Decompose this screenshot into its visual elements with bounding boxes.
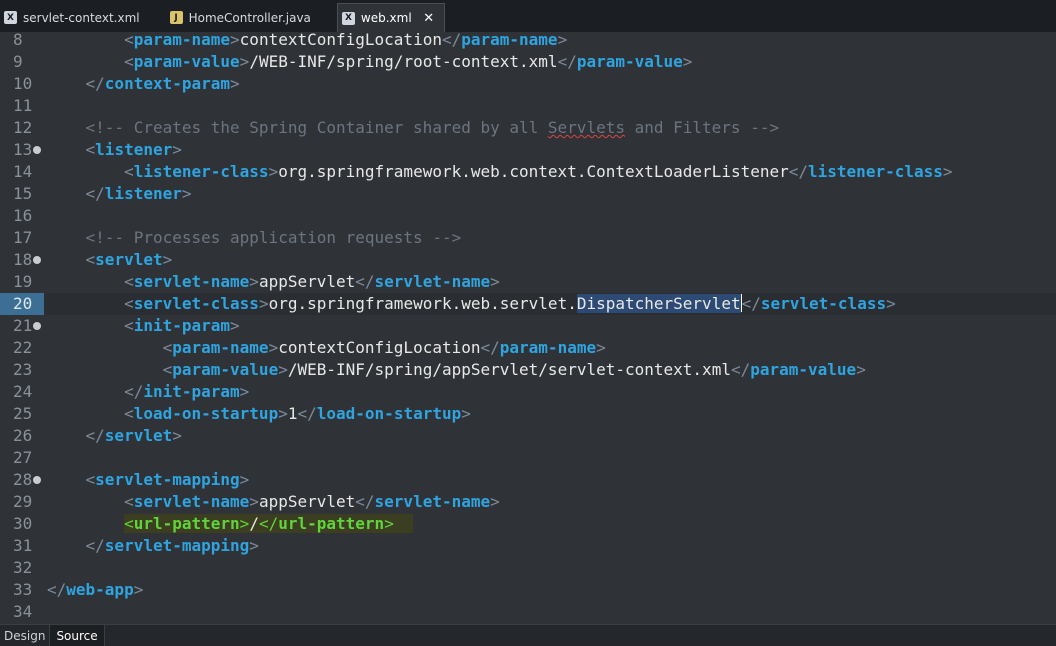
code-line: 28 <servlet-mapping> [0,469,1056,491]
line-number: 26 [13,426,33,445]
line-number: 10 [13,74,33,93]
fold-toggle-icon[interactable] [33,256,41,264]
tab-homecontroller-java[interactable]: J HomeController.java [166,3,323,32]
tab-label: web.xml [360,11,412,25]
line-number: 14 [13,162,33,181]
line-number: 30 [13,514,33,533]
code-line: 12 <!-- Creates the Spring Container sha… [0,117,1056,139]
tab-source[interactable]: Source [49,625,105,646]
code-line: 8 <param-name>contextConfigLocation</par… [0,32,1056,51]
line-number: 22 [13,338,33,357]
editor-mode-tabs: Design Source [0,624,1056,646]
code-line: 24 </init-param> [0,381,1056,403]
code-line: 9 <param-value>/WEB-INF/spring/root-cont… [0,51,1056,73]
xml-file-icon: X [341,11,355,25]
code-line: 18 <servlet> [0,249,1056,271]
tab-servlet-context-xml[interactable]: X servlet-context.xml [0,3,152,32]
tab-label: servlet-context.xml [23,10,140,25]
code-line: 19 <servlet-name>appServlet</servlet-nam… [0,271,1056,293]
code-line: 25 <load-on-startup>1</load-on-startup> [0,403,1056,425]
editor-tab-bar: X servlet-context.xml J HomeController.j… [0,0,1056,33]
line-number: 31 [13,536,33,555]
line-number: 12 [13,118,33,137]
line-number: 23 [13,360,33,379]
line-number: 15 [13,184,33,203]
tab-web-xml[interactable]: X web.xml ✕ [336,3,445,32]
tab-label: HomeController.java [188,10,311,25]
java-file-icon: J [169,11,183,24]
code-line: 26 </servlet> [0,425,1056,447]
code-line: 21 <init-param> [0,315,1056,337]
fold-toggle-icon[interactable] [33,146,41,154]
line-number: 25 [13,404,33,423]
code-line: 23 <param-value>/WEB-INF/spring/appServl… [0,359,1056,381]
code-line: 22 <param-name>contextConfigLocation</pa… [0,337,1056,359]
line-number: 20 [0,293,44,315]
code-line: 29 <servlet-name>appServlet</servlet-nam… [0,491,1056,513]
line-number: 17 [13,228,33,247]
code-line: 16 [0,205,1056,227]
code-line: 34 [0,601,1056,623]
line-number: 19 [13,272,33,291]
xml-file-icon: X [4,11,17,24]
line-number: 33 [13,580,33,599]
text-selection: DispatcherServlet [576,294,741,313]
code-line: 30 <url-pattern>/</url-pattern> [0,513,1056,535]
line-number: 9 [13,52,23,71]
line-number: 11 [13,96,33,115]
code-line: 33 </web-app> [0,579,1056,601]
code-line: 13 <listener> [0,139,1056,161]
matching-tag-highlight: <url-pattern>/</url-pattern> [124,514,414,533]
code-line: 31 </servlet-mapping> [0,535,1056,557]
code-line: 11 [0,95,1056,117]
fold-toggle-icon[interactable] [33,476,41,484]
code-line: 17 <!-- Processes application requests -… [0,227,1056,249]
code-line-current: 20 <servlet-class>org.springframework.we… [0,293,1056,315]
fold-toggle-icon[interactable] [33,322,41,330]
code-line: 32 [0,557,1056,579]
line-number: 29 [13,492,33,511]
line-number: 16 [13,206,33,225]
line-number: 24 [13,382,33,401]
code-editor[interactable]: 8 <param-name>contextConfigLocation</par… [0,32,1056,624]
code-line: 27 [0,447,1056,469]
code-line: 10 </context-param> [0,73,1056,95]
line-number: 8 [13,32,23,49]
code-line: 15 </listener> [0,183,1056,205]
line-number: 27 [13,448,33,467]
tab-design[interactable]: Design [0,625,49,646]
code-line: 14 <listener-class>org.springframework.w… [0,161,1056,183]
line-number: 32 [13,558,33,577]
close-icon[interactable]: ✕ [422,11,436,26]
line-number: 34 [13,602,33,621]
spelling-warning: Servlets [547,118,625,137]
